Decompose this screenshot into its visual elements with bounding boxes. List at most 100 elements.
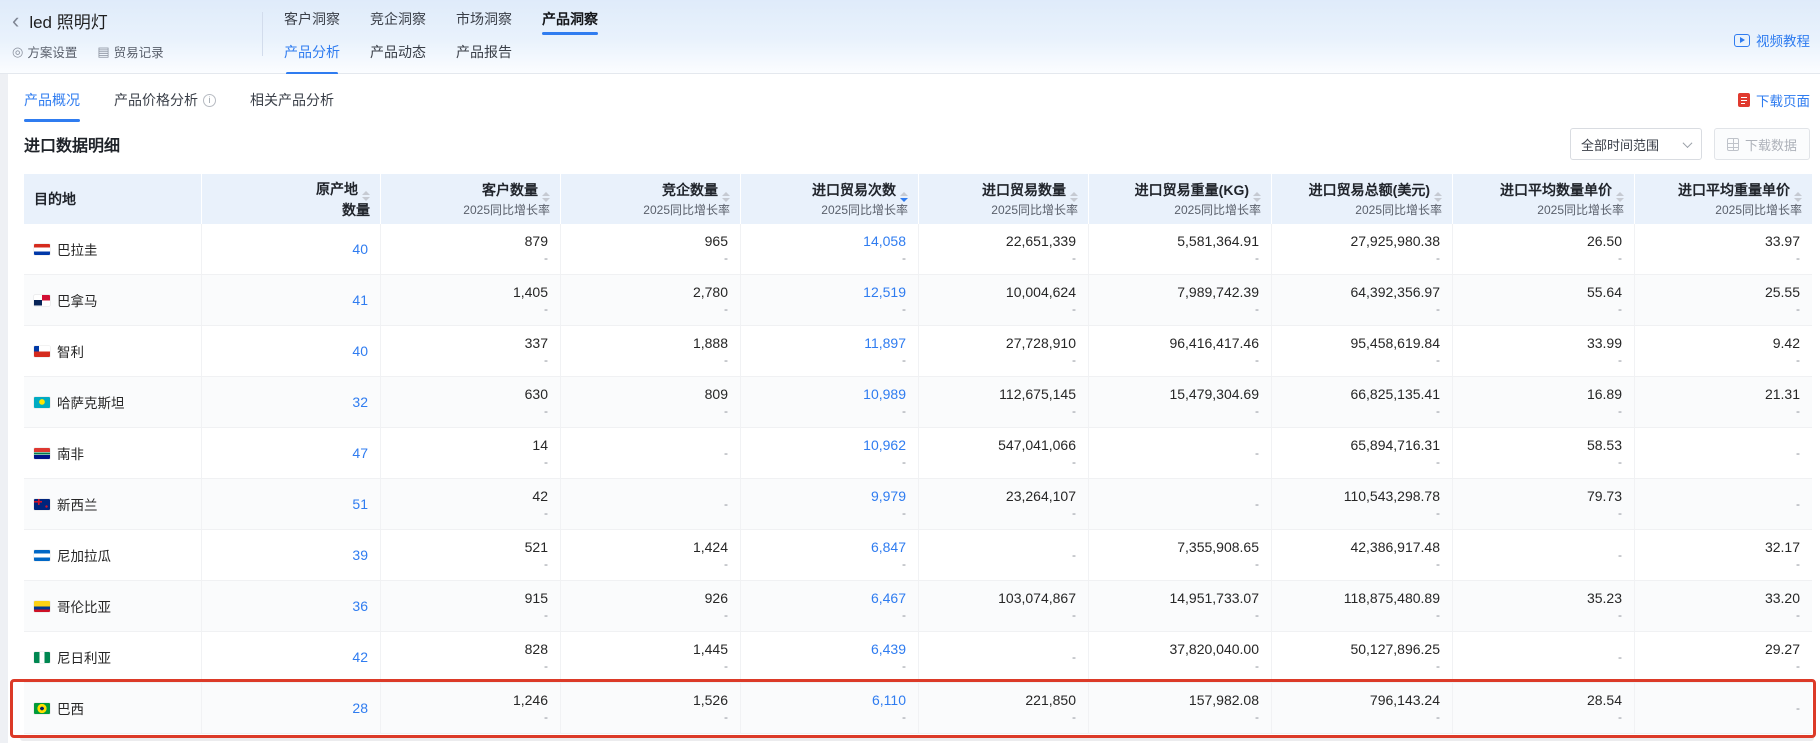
import-trade-weight-kg-cell: 96,416,417.46- <box>1089 326 1272 376</box>
origin-count-link[interactable]: 39 <box>352 546 368 564</box>
subnav-product-trends[interactable]: 产品动态 <box>370 43 426 62</box>
destination-cell: 尼日利亚 <box>24 632 202 682</box>
origin-count-link[interactable]: 32 <box>352 393 368 411</box>
competitor-count-cell: 965- <box>561 224 741 274</box>
import-avg-quantity-price-cell: - <box>1453 530 1635 580</box>
cell-value: 42 <box>532 487 548 505</box>
table-row-highlighted: 巴西281,246-1,526-6,110-221,850-157,982.08… <box>24 683 1812 734</box>
origin-count-link[interactable]: 40 <box>352 342 368 360</box>
customer-count-cell: 42- <box>381 479 561 529</box>
trade-records-label: 贸易记录 <box>114 42 164 61</box>
cell-value: 32.17 <box>1765 538 1800 556</box>
sort-icon[interactable] <box>542 192 550 202</box>
competitor-count-cell: 809- <box>561 377 741 427</box>
column-label: 进口贸易次数 <box>812 182 896 198</box>
cell-value: 28.54 <box>1587 691 1622 709</box>
origin-count-link[interactable]: 36 <box>352 597 368 615</box>
subnav-product-analysis[interactable]: 产品分析 <box>284 43 340 62</box>
trade-count-link[interactable]: 12,519 <box>863 283 906 301</box>
sort-icon[interactable] <box>1794 192 1802 202</box>
growth-value: - <box>724 353 728 368</box>
scheme-settings-button[interactable]: ◎ 方案设置 <box>12 42 77 61</box>
column-header-import-trade-weight[interactable]: 进口贸易重量(KG) 2025同比增长率 <box>1089 174 1272 224</box>
sort-icon[interactable] <box>722 192 730 202</box>
trade-records-button[interactable]: ▤ 贸易记录 <box>97 42 163 61</box>
column-header-import-avg-weight-price[interactable]: 进口平均重量单价 2025同比增长率 <box>1635 174 1812 224</box>
origin-count-link[interactable]: 40 <box>352 240 368 258</box>
origin-count-link[interactable]: 51 <box>352 495 368 513</box>
back-icon[interactable]: ‹ <box>12 11 19 31</box>
import-trade-amount-usd-cell: 66,825,135.41- <box>1272 377 1453 427</box>
sort-icon[interactable] <box>1434 192 1442 202</box>
trade-count-link[interactable]: 9,979 <box>871 487 906 505</box>
trade-count-link[interactable]: 14,058 <box>863 232 906 250</box>
cell-value: 27,728,910 <box>1006 334 1076 352</box>
origin-count-cell: 42 <box>202 632 381 682</box>
competitor-count-cell: 926- <box>561 581 741 631</box>
column-header-import-avg-quantity-price[interactable]: 进口平均数量单价 2025同比增长率 <box>1453 174 1635 224</box>
trade-count-link[interactable]: 10,962 <box>863 436 906 454</box>
trade-count-link[interactable]: 6,439 <box>871 640 906 658</box>
time-range-select[interactable]: 全部时间范围 <box>1570 128 1702 160</box>
video-tutorial-link[interactable]: 视频教程 <box>1734 30 1810 50</box>
import-trade-quantity-cell: 22,651,339- <box>919 224 1089 274</box>
origin-count-cell: 51 <box>202 479 381 529</box>
origin-count-link[interactable]: 42 <box>352 648 368 666</box>
trade-count-link[interactable]: 6,467 <box>871 589 906 607</box>
sort-icon[interactable] <box>362 191 370 201</box>
cell-value: 50,127,896.25 <box>1350 640 1440 658</box>
column-label-line2: 数量 <box>316 201 370 219</box>
cell-value: 29.27 <box>1765 640 1800 658</box>
sort-icon[interactable] <box>1070 192 1078 202</box>
download-page-link[interactable]: 下载页面 <box>1738 90 1810 110</box>
cell-value: 1,405 <box>513 283 548 301</box>
download-data-button[interactable]: 下载数据 <box>1714 128 1810 160</box>
growth-value: - <box>1436 404 1440 419</box>
origin-count-cell: 47 <box>202 428 381 478</box>
trade-count-link[interactable]: 11,897 <box>864 334 906 352</box>
import-trade-count-cell: 6,110- <box>741 683 919 733</box>
tab-related-products[interactable]: 相关产品分析 <box>250 91 334 110</box>
column-sublabel: 2025同比增长率 <box>812 202 908 218</box>
origin-count-link[interactable]: 47 <box>352 444 368 462</box>
trade-count-link[interactable]: 6,847 <box>871 538 906 556</box>
sort-icon[interactable] <box>1616 192 1624 202</box>
table-body: 巴拉圭40879-965-14,058-22,651,339-5,581,364… <box>24 224 1812 734</box>
cell-value: 157,982.08 <box>1189 691 1259 709</box>
column-header-origin-count[interactable]: 原产地 数量 <box>202 174 381 224</box>
nav-market-insight[interactable]: 市场洞察 <box>456 10 512 29</box>
trade-count-link[interactable]: 6,110 <box>872 691 906 709</box>
destination-name: 智利 <box>57 341 84 361</box>
subnav-product-report[interactable]: 产品报告 <box>456 43 512 62</box>
growth-value: - <box>1436 506 1440 521</box>
trade-count-link[interactable]: 10,989 <box>863 385 906 403</box>
growth-value: - <box>1436 455 1440 470</box>
column-header-competitor-count[interactable]: 竞企数量 2025同比增长率 <box>561 174 741 224</box>
origin-count-link[interactable]: 28 <box>352 699 368 717</box>
download-data-label: 下载数据 <box>1745 135 1797 154</box>
cell-value: 33.99 <box>1587 334 1622 352</box>
sort-icon[interactable] <box>900 192 908 202</box>
destination-name: 尼日利亚 <box>57 647 111 667</box>
growth-value: - <box>724 557 728 572</box>
column-header-import-trade-amount[interactable]: 进口贸易总额(美元) 2025同比增长率 <box>1272 174 1453 224</box>
column-header-import-trade-count[interactable]: 进口贸易次数 2025同比增长率 <box>741 174 919 224</box>
info-icon[interactable] <box>203 94 216 107</box>
growth-value: - <box>724 302 728 317</box>
empty-value: - <box>1255 446 1259 460</box>
import-trade-count-cell: 9,979- <box>741 479 919 529</box>
column-header-customer-count[interactable]: 客户数量 2025同比增长率 <box>381 174 561 224</box>
section-header: 进口数据明细 全部时间范围 下载数据 <box>24 122 1812 174</box>
nav-customer-insight[interactable]: 客户洞察 <box>284 10 340 29</box>
tab-product-overview[interactable]: 产品概况 <box>24 91 80 110</box>
tab-price-analysis[interactable]: 产品价格分析 <box>114 91 216 110</box>
growth-value: - <box>1255 404 1259 419</box>
cell-value: 630 <box>525 385 548 403</box>
column-header-import-trade-quantity[interactable]: 进口贸易数量 2025同比增长率 <box>919 174 1089 224</box>
origin-count-link[interactable]: 41 <box>352 291 368 309</box>
horizontal-scrollbar[interactable] <box>20 735 1814 741</box>
empty-value: - <box>1255 497 1259 511</box>
nav-competitor-insight[interactable]: 竞企洞察 <box>370 10 426 29</box>
sort-icon[interactable] <box>1253 192 1261 202</box>
nav-product-insight[interactable]: 产品洞察 <box>542 10 598 29</box>
